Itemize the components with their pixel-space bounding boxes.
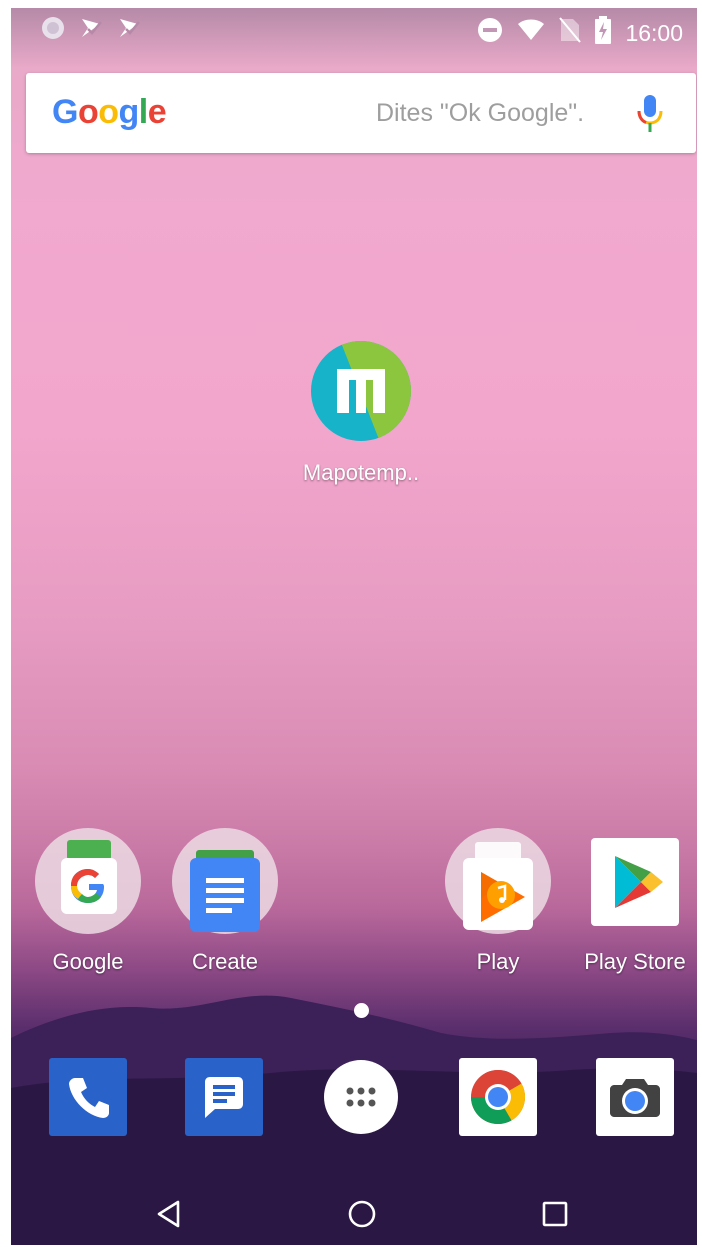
app-label-play-store: Play Store bbox=[584, 949, 686, 974]
app-label-mapotemp: Mapotemp.. bbox=[302, 460, 420, 485]
camera-icon[interactable] bbox=[596, 1058, 674, 1141]
app-label-google: Google bbox=[52, 949, 124, 974]
check-notification-icon bbox=[117, 16, 141, 45]
home-screen: 16:00 Google Dites "Ok Google". Mapotemp… bbox=[11, 8, 697, 1245]
mapotemp-app-icon[interactable] bbox=[310, 340, 412, 447]
app-drawer-icon[interactable] bbox=[322, 1058, 400, 1141]
recents-icon[interactable] bbox=[542, 1201, 568, 1232]
clock: 16:00 bbox=[625, 19, 683, 46]
battery-charging-icon bbox=[595, 16, 612, 49]
app-label-create: Create bbox=[191, 949, 259, 974]
mic-icon[interactable] bbox=[636, 95, 664, 140]
messages-icon[interactable] bbox=[185, 1058, 263, 1141]
chrome-icon[interactable] bbox=[459, 1058, 537, 1141]
do-not-disturb-icon bbox=[477, 17, 503, 48]
back-icon[interactable] bbox=[156, 1200, 182, 1233]
status-bar: 16:00 bbox=[11, 8, 697, 52]
app-label-play: Play bbox=[476, 949, 520, 974]
google-search-bar[interactable]: Google Dites "Ok Google". bbox=[26, 73, 696, 153]
no-sim-icon bbox=[559, 17, 582, 48]
play-folder[interactable] bbox=[445, 828, 551, 934]
phone-icon[interactable] bbox=[49, 1058, 127, 1141]
wifi-icon bbox=[517, 18, 545, 47]
page-indicator bbox=[354, 1003, 369, 1018]
play-store-icon[interactable] bbox=[591, 838, 679, 931]
create-folder[interactable] bbox=[172, 828, 278, 934]
search-hint: Dites "Ok Google". bbox=[376, 99, 585, 127]
circle-notification-icon bbox=[41, 16, 65, 45]
home-icon[interactable] bbox=[347, 1199, 377, 1234]
navigation-bar bbox=[11, 1158, 697, 1245]
google-logo: Google bbox=[52, 93, 167, 131]
google-folder[interactable] bbox=[35, 828, 141, 934]
check-notification-icon bbox=[79, 16, 103, 45]
